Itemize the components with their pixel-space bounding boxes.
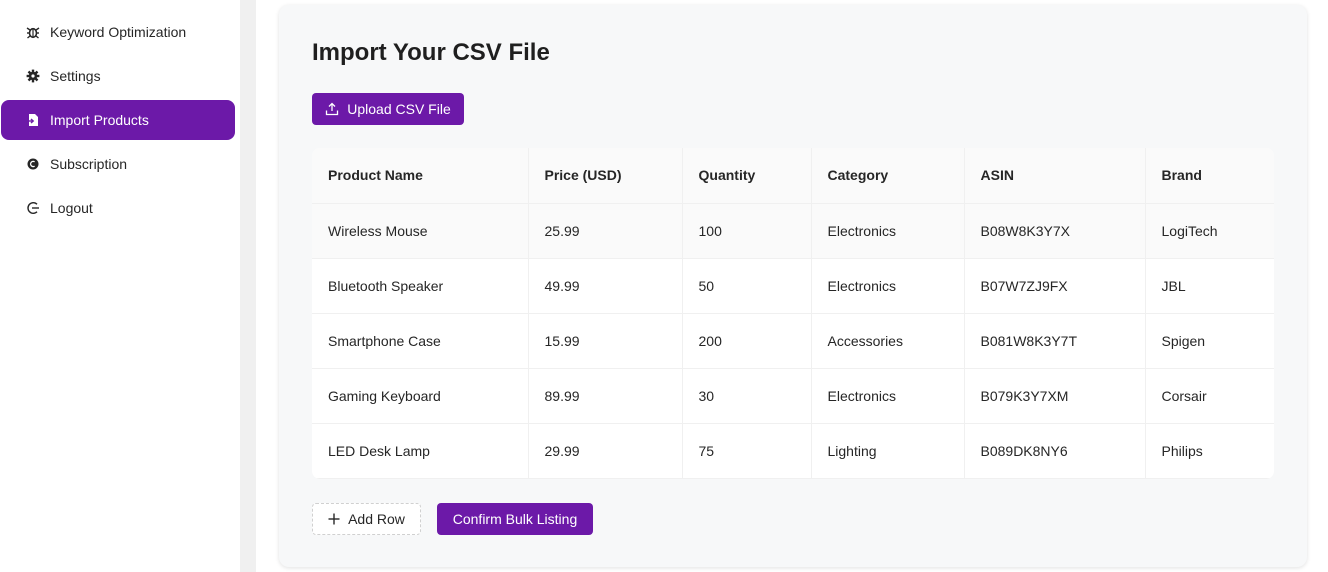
sidebar-item-keyword-optimization[interactable]: Keyword Optimization (1, 12, 235, 52)
table-cell[interactable]: Lighting (811, 423, 965, 479)
sidebar-item-import-products[interactable]: Import Products (1, 100, 235, 140)
table-cell[interactable]: Electronics (811, 258, 965, 314)
table-cell[interactable]: Corsair (1145, 368, 1274, 424)
upload-csv-button[interactable]: Upload CSV File (312, 93, 464, 125)
table-cell[interactable]: JBL (1145, 258, 1274, 314)
file-import-icon (25, 112, 41, 128)
table-cell[interactable]: Electronics (811, 368, 965, 424)
table-cell[interactable]: Electronics (811, 203, 965, 259)
table-cell[interactable]: Accessories (811, 313, 965, 369)
table-row[interactable]: Wireless Mouse 25.99 100 Electronics B08… (312, 203, 1274, 259)
column-header: Quantity (682, 148, 812, 204)
table-cell[interactable]: Smartphone Case (312, 313, 529, 369)
column-header: Product Name (312, 148, 529, 204)
table-cell[interactable]: 89.99 (528, 368, 683, 424)
table-cell[interactable]: Philips (1145, 423, 1274, 479)
add-row-button[interactable]: Add Row (312, 503, 421, 535)
coin-icon (25, 156, 41, 172)
table-cell[interactable]: 25.99 (528, 203, 683, 259)
table-cell[interactable]: Gaming Keyboard (312, 368, 529, 424)
plus-icon (328, 512, 340, 526)
products-table: Product Name Price (USD) Quantity Catego… (312, 148, 1274, 479)
confirm-bulk-listing-label: Confirm Bulk Listing (452, 511, 578, 527)
sidebar-item-label: Settings (50, 68, 101, 84)
table-cell[interactable]: Wireless Mouse (312, 203, 529, 259)
confirm-bulk-listing-button[interactable]: Confirm Bulk Listing (437, 503, 593, 535)
table-cell[interactable]: B079K3Y7XM (964, 368, 1146, 424)
main-content: Import Your CSV File Upload CSV File Pro… (256, 0, 1328, 572)
sidebar-item-label: Subscription (50, 156, 128, 172)
table-cell[interactable]: LED Desk Lamp (312, 423, 529, 479)
sidebar-item-label: Logout (50, 200, 93, 216)
table-cell[interactable]: 75 (682, 423, 812, 479)
table-cell[interactable]: Bluetooth Speaker (312, 258, 529, 314)
column-header: ASIN (964, 148, 1146, 204)
table-cell[interactable]: 30 (682, 368, 812, 424)
upload-icon (325, 102, 339, 116)
layout-gutter (240, 0, 256, 572)
sidebar-item-label: Import Products (50, 112, 149, 128)
table-cell[interactable]: B081W8K3Y7T (964, 313, 1146, 369)
column-header: Category (811, 148, 965, 204)
sidebar-item-logout[interactable]: Logout (1, 188, 235, 228)
logout-icon (25, 200, 41, 216)
table-row[interactable]: LED Desk Lamp 29.99 75 Lighting B089DK8N… (312, 423, 1274, 479)
sidebar: Keyword Optimization Settings Import Pro… (0, 0, 240, 572)
column-header: Price (USD) (528, 148, 683, 204)
upload-csv-label: Upload CSV File (347, 101, 451, 117)
table-cell[interactable]: 50 (682, 258, 812, 314)
table-cell[interactable]: LogiTech (1145, 203, 1274, 259)
table-row[interactable]: Bluetooth Speaker 49.99 50 Electronics B… (312, 258, 1274, 314)
sidebar-item-settings[interactable]: Settings (1, 56, 235, 96)
table-header-row: Product Name Price (USD) Quantity Catego… (312, 148, 1274, 204)
table-cell[interactable]: 49.99 (528, 258, 683, 314)
table-cell[interactable]: 200 (682, 313, 812, 369)
bug-icon (25, 24, 41, 40)
table-cell[interactable]: Spigen (1145, 313, 1274, 369)
table-cell[interactable]: B08W8K3Y7X (964, 203, 1146, 259)
table-row[interactable]: Smartphone Case 15.99 200 Accessories B0… (312, 313, 1274, 369)
column-header: Brand (1145, 148, 1274, 204)
table-cell[interactable]: B07W7ZJ9FX (964, 258, 1146, 314)
import-card: Import Your CSV File Upload CSV File Pro… (279, 5, 1307, 567)
table-row[interactable]: Gaming Keyboard 89.99 30 Electronics B07… (312, 368, 1274, 424)
gear-icon (25, 68, 41, 84)
table-cell[interactable]: 100 (682, 203, 812, 259)
table-cell[interactable]: 29.99 (528, 423, 683, 479)
sidebar-item-subscription[interactable]: Subscription (1, 144, 235, 184)
add-row-label: Add Row (348, 511, 405, 527)
table-cell[interactable]: 15.99 (528, 313, 683, 369)
sidebar-item-label: Keyword Optimization (50, 24, 187, 40)
page-title: Import Your CSV File (312, 39, 550, 66)
table-cell[interactable]: B089DK8NY6 (964, 423, 1146, 479)
